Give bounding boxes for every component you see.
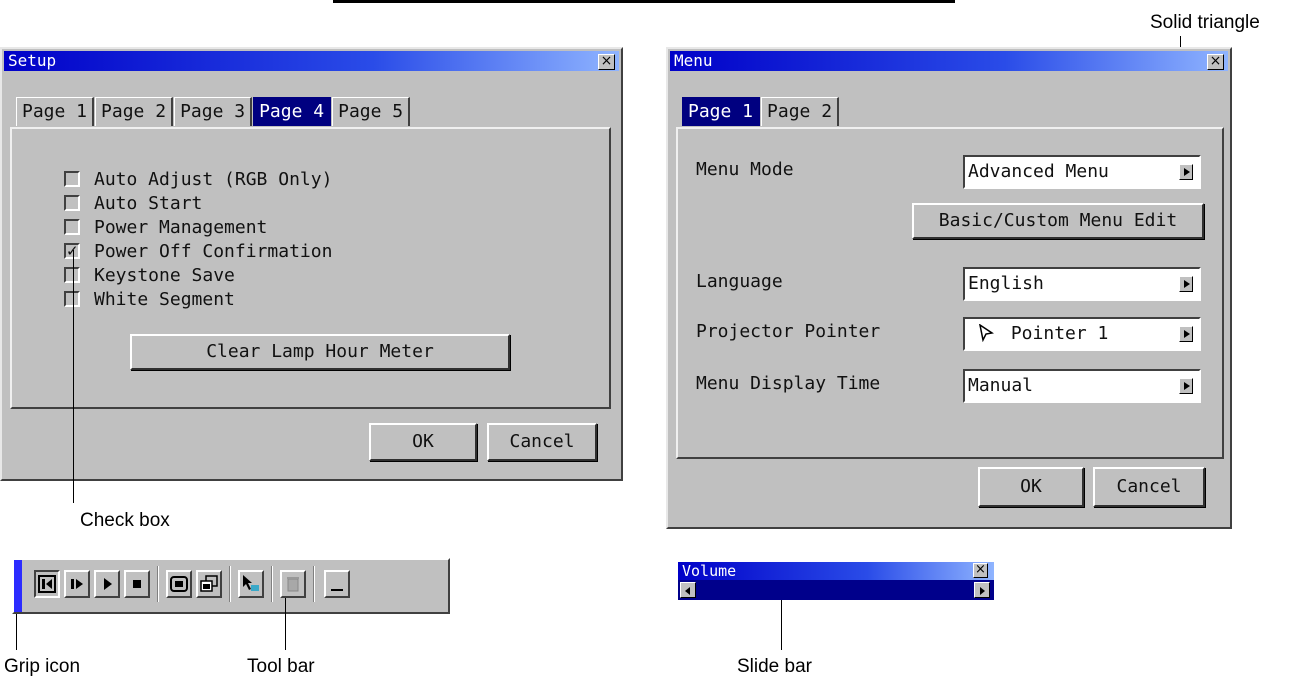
checkbox-keystone-save[interactable] [64,267,80,283]
scroll-right-icon[interactable] [974,582,990,598]
language-label: Language [696,271,783,292]
option-auto-start[interactable]: Auto Start [64,191,202,215]
menu-mode-select[interactable]: Advanced Menu [963,155,1201,189]
close-icon[interactable]: × [973,563,988,578]
setup-window: Setup × Page 1 Page 2 Page 3 Page 4 Page… [0,47,623,481]
top-rule [333,0,955,3]
grip-icon[interactable] [14,560,22,612]
menu-display-time-label: Menu Display Time [696,373,881,394]
projector-pointer-select[interactable]: Pointer 1 [963,317,1201,351]
option-label: Power Off Confirmation [94,240,333,262]
checkbox-auto-adjust[interactable] [64,171,80,187]
ok-button[interactable]: OK [978,467,1084,507]
copy-window-icon[interactable] [196,570,222,598]
callout-line-grip-icon [16,614,17,650]
language-value: English [968,273,1044,294]
checkbox-power-management[interactable] [64,219,80,235]
tab-page-1[interactable]: Page 1 [16,97,95,126]
setup-titlebar[interactable]: Setup × [4,51,619,71]
tab-page-2[interactable]: Page 2 [95,97,174,126]
close-icon[interactable]: × [1207,54,1224,70]
minimize-icon[interactable] [324,570,350,598]
option-label: Auto Start [94,192,203,214]
projector-pointer-label: Projector Pointer [696,321,881,342]
checkbox-power-off-confirmation[interactable]: ✓ [64,243,80,259]
tab-page-2[interactable]: Page 2 [761,97,840,126]
tab-page-4[interactable]: Page 4 [253,97,332,126]
tool-bar [12,558,450,614]
checkbox-white-segment[interactable] [64,291,80,307]
pointer-value: Pointer 1 [1010,323,1109,344]
menu-mode-label: Menu Mode [696,159,794,180]
option-label: White Segment [94,288,235,310]
solid-triangle-icon[interactable] [1179,164,1193,180]
menu-titlebar[interactable]: Menu × [670,51,1228,71]
pointer-icon[interactable] [238,570,264,598]
volume-titlebar[interactable]: Volume × [678,562,994,580]
volume-window: Volume × [678,562,994,600]
option-power-management[interactable]: Power Management [64,215,267,239]
callout-grip-icon: Grip icon [4,656,81,677]
callout-solid-triangle: Solid triangle [1150,12,1260,33]
menu-tabs: Page 1 Page 2 [682,97,840,126]
option-label: Power Management [94,216,268,238]
clear-lamp-hour-meter-button[interactable]: Clear Lamp Hour Meter [130,334,510,370]
cancel-button[interactable]: Cancel [487,423,597,461]
callout-check-box: Check box [80,510,170,531]
setup-tabs: Page 1 Page 2 Page 3 Page 4 Page 5 [16,97,411,126]
callout-line-check-box [73,250,74,503]
option-auto-adjust[interactable]: Auto Adjust (RGB Only) [64,167,332,191]
toolbar-separator [157,566,159,602]
menu-window: Menu × Page 1 Page 2 Menu Mode Advanced … [666,47,1232,529]
option-power-off-confirmation[interactable]: ✓ Power Off Confirmation [64,239,332,263]
tab-page-5[interactable]: Page 5 [332,97,411,126]
solid-triangle-icon[interactable] [1179,326,1193,342]
cancel-button[interactable]: Cancel [1093,467,1205,507]
fullscreen-icon[interactable] [166,570,192,598]
menu-title: Menu [674,51,713,70]
volume-title: Volume [682,562,737,580]
volume-slide-bar[interactable] [678,580,994,600]
callout-slide-bar: Slide bar [737,656,812,677]
display-time-value: Manual [968,375,1034,396]
setup-title: Setup [8,51,57,70]
stop-icon[interactable] [124,570,150,598]
trash-icon[interactable] [280,570,306,598]
callout-line-tool-bar [285,598,286,650]
tab-page-3[interactable]: Page 3 [174,97,253,126]
step-forward-icon[interactable] [64,570,90,598]
basic-custom-menu-edit-button[interactable]: Basic/Custom Menu Edit [912,203,1204,239]
option-label: Keystone Save [94,264,235,286]
option-white-segment[interactable]: White Segment [64,287,235,311]
solid-triangle-icon[interactable] [1179,276,1193,292]
toolbar-separator [271,566,273,602]
tab-page-1[interactable]: Page 1 [682,97,761,126]
toolbar-separator [229,566,231,602]
language-select[interactable]: English [963,267,1201,301]
option-keystone-save[interactable]: Keystone Save [64,263,235,287]
callout-tool-bar: Tool bar [247,656,315,677]
toolbar-separator [313,566,315,602]
menu-display-time-select[interactable]: Manual [963,369,1201,403]
solid-triangle-icon[interactable] [1179,378,1193,394]
play-icon[interactable] [94,570,120,598]
callout-line-slide-bar [781,600,782,650]
scroll-left-icon[interactable] [680,582,696,598]
skip-back-icon[interactable] [34,570,60,598]
ok-button[interactable]: OK [369,423,477,461]
close-icon[interactable]: × [598,54,615,70]
checkbox-auto-start[interactable] [64,195,80,211]
arrow-pointer-icon [978,323,994,343]
option-label: Auto Adjust (RGB Only) [94,168,333,190]
menu-mode-value: Advanced Menu [968,161,1109,182]
